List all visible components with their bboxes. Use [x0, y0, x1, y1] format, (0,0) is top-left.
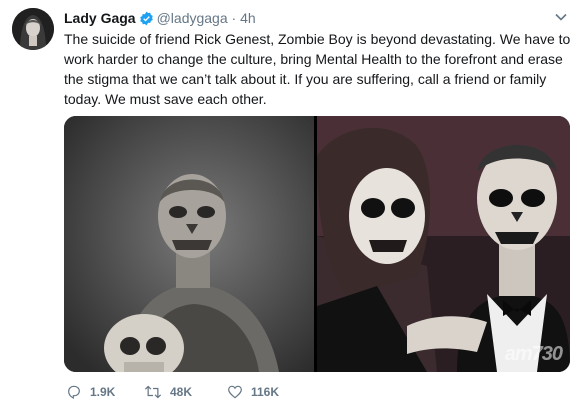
- tweet-text: The suicide of friend Rick Genest, Zombi…: [64, 31, 571, 107]
- chevron-down-icon[interactable]: [554, 10, 568, 24]
- retweet-button[interactable]: 48K: [144, 384, 192, 400]
- retweet-count: 48K: [170, 385, 193, 399]
- verified-badge-icon: [139, 11, 154, 30]
- handle[interactable]: @ladygaga: [157, 10, 228, 26]
- display-name[interactable]: Lady Gaga: [64, 10, 136, 26]
- watermark: am730: [504, 343, 563, 365]
- tweet-header: Lady Gaga @ladygaga · 4h: [64, 9, 256, 30]
- timestamp[interactable]: 4h: [240, 10, 256, 26]
- separator-dot: ·: [231, 10, 237, 26]
- photo-lady-gaga-zombie-boy[interactable]: am730: [317, 116, 570, 372]
- reply-button[interactable]: 1.9K: [66, 384, 115, 400]
- reply-icon: [68, 385, 80, 399]
- photo-zombie-boy-skull[interactable]: [64, 116, 314, 372]
- reply-count: 1.9K: [90, 385, 116, 399]
- like-button[interactable]: 116K: [227, 384, 279, 400]
- avatar[interactable]: [12, 8, 54, 50]
- like-icon: [228, 385, 242, 399]
- like-count: 116K: [251, 385, 280, 399]
- media-grid[interactable]: am730: [64, 116, 570, 372]
- retweet-icon: [144, 385, 162, 399]
